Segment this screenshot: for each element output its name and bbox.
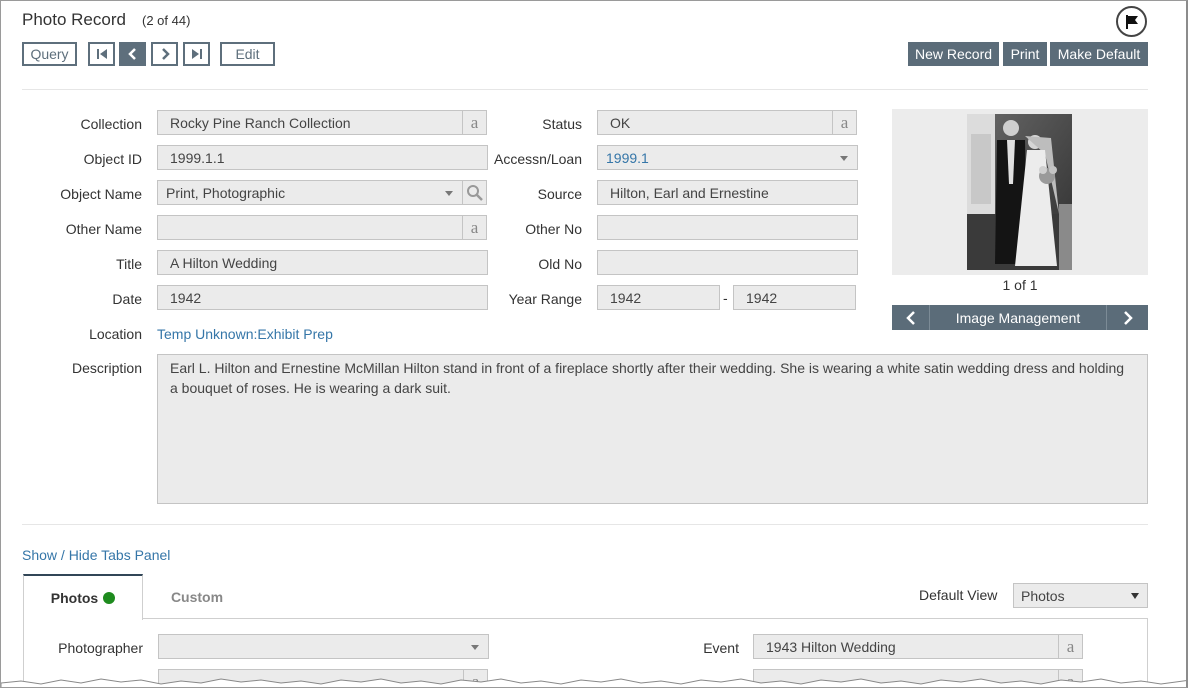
year-to-field[interactable]: 1942 [733,285,856,310]
source-field[interactable]: Hilton, Earl and Ernestine [597,180,858,205]
date-label: Date [112,291,142,307]
source-label: Source [537,186,582,202]
year-range-separator: - [723,290,728,306]
chevron-down-icon [445,191,453,196]
toggle-tabs-panel-link[interactable]: Show / Hide Tabs Panel [22,547,170,563]
event-label: Event [703,640,739,656]
object-id-label: Object ID [83,151,142,167]
tab-photos-label: Photos [50,590,99,606]
photographer-label: Photographer [58,640,143,656]
old-no-label: Old No [538,256,582,272]
event-field[interactable]: 1943 Hilton Wedding [753,634,1059,659]
other-name-field[interactable] [157,215,463,240]
chevron-right-icon [1123,310,1133,325]
header-divider [22,89,1148,90]
first-record-button[interactable] [88,42,115,66]
description-textarea[interactable]: Earl L. Hilton and Ernestine McMillan Hi… [157,354,1148,504]
previous-image-button[interactable] [892,305,930,330]
default-view-select[interactable]: Photos [1013,583,1148,608]
lexicon-icon[interactable]: a [832,110,857,135]
object-id-field[interactable]: 1999.1.1 [157,145,488,170]
photographer-select[interactable] [158,634,489,659]
chevron-right-icon [161,48,170,60]
image-management-button[interactable]: Image Management [930,305,1106,330]
flag-button[interactable] [1116,6,1147,37]
record-count: (2 of 44) [142,13,191,28]
image-management-bar: Image Management [892,305,1148,330]
tab-photos[interactable]: Photos [23,574,143,620]
status-field[interactable]: OK [597,110,833,135]
accession-select[interactable]: 1999.1 [597,145,858,170]
wedding-photo[interactable] [967,114,1072,270]
chevron-left-icon [905,310,915,325]
lexicon-icon[interactable]: a [1058,634,1083,659]
tab-custom[interactable]: Custom [143,577,251,617]
torn-edge [1,678,1186,687]
date-field[interactable]: 1942 [157,285,488,310]
image-counter: 1 of 1 [1002,277,1038,293]
flag-icon [1125,14,1138,29]
default-view-label: Default View [919,587,998,603]
year-range-label: Year Range [508,291,582,307]
last-record-button[interactable] [183,42,210,66]
location-label: Location [89,326,142,342]
chevron-down-icon [1131,593,1139,599]
chevron-down-icon [471,645,479,650]
status-label: Status [542,116,582,132]
edit-button[interactable]: Edit [220,42,275,66]
object-name-value: Print, Photographic [166,184,286,201]
next-record-button[interactable] [151,42,178,66]
object-name-label: Object Name [60,186,142,202]
accession-value: 1999.1 [606,149,649,166]
other-no-label: Other No [525,221,582,237]
old-no-field[interactable] [597,250,858,275]
other-name-label: Other Name [65,221,142,237]
print-button[interactable]: Print [1003,42,1047,66]
chevron-down-icon [840,156,848,161]
description-label: Description [71,360,142,376]
new-record-button[interactable]: New Record [908,42,999,66]
accession-label: Accessn/Loan [494,151,582,167]
wedding-photo-image [967,114,1072,270]
location-link[interactable]: Temp Unknown:Exhibit Prep [157,326,333,342]
status-indicator-icon [103,592,116,604]
section-divider [22,524,1148,525]
title-field[interactable]: A Hilton Wedding [157,250,488,275]
query-button[interactable]: Query [22,42,77,66]
collection-label: Collection [80,116,142,132]
chevron-left-icon [127,48,136,60]
app-window: Photo Record (2 of 44) Query Edit New Re… [0,0,1188,688]
page-title: Photo Record [22,10,126,29]
next-image-button[interactable] [1106,305,1148,330]
make-default-button[interactable]: Make Default [1050,42,1148,66]
other-no-field[interactable] [597,215,858,240]
year-from-field[interactable]: 1942 [597,285,720,310]
default-view-value: Photos [1021,587,1065,604]
previous-record-button[interactable] [119,42,146,66]
last-record-icon [191,49,202,59]
collection-field[interactable]: Rocky Pine Ranch Collection [157,110,463,135]
image-preview[interactable] [892,109,1148,275]
first-record-icon [96,49,107,59]
object-name-select[interactable]: Print, Photographic [157,180,463,205]
title-label: Title [116,256,142,272]
